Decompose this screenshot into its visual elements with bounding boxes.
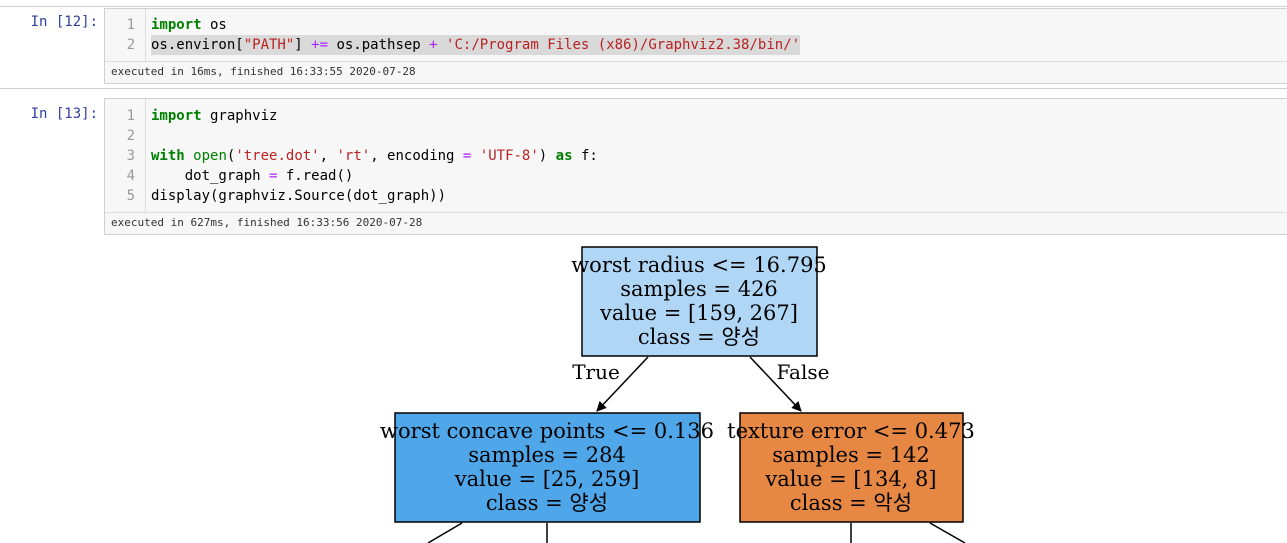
decision-tree-output: worst radius <= 16.795 samples = 426 val… (380, 246, 975, 543)
node-samples: samples = 142 (772, 443, 930, 467)
node-value: value = [25, 259] (454, 467, 640, 491)
tree-node-left: worst concave points <= 0.136 samples = … (380, 412, 714, 523)
node-class: class = 양성 (486, 491, 608, 515)
node-split-rule: worst concave points <= 0.136 (380, 419, 714, 443)
edge-partial (929, 522, 966, 543)
node-samples: samples = 284 (468, 443, 626, 467)
node-split-rule: texture error <= 0.473 (727, 419, 975, 443)
node-value: value = [134, 8] (764, 467, 936, 491)
edge-partial (427, 522, 463, 543)
node-class: class = 양성 (638, 325, 760, 349)
node-class: class = 악성 (790, 491, 912, 515)
node-samples: samples = 426 (620, 277, 778, 301)
tree-node-right: texture error <= 0.473 samples = 142 val… (727, 412, 975, 523)
node-value: value = [159, 267] (599, 301, 798, 325)
edge-true-label: True (572, 360, 620, 384)
tree-node-root: worst radius <= 16.795 samples = 426 val… (571, 246, 827, 357)
edge-false-label: False (777, 360, 830, 384)
node-split-rule: worst radius <= 16.795 (571, 253, 827, 277)
